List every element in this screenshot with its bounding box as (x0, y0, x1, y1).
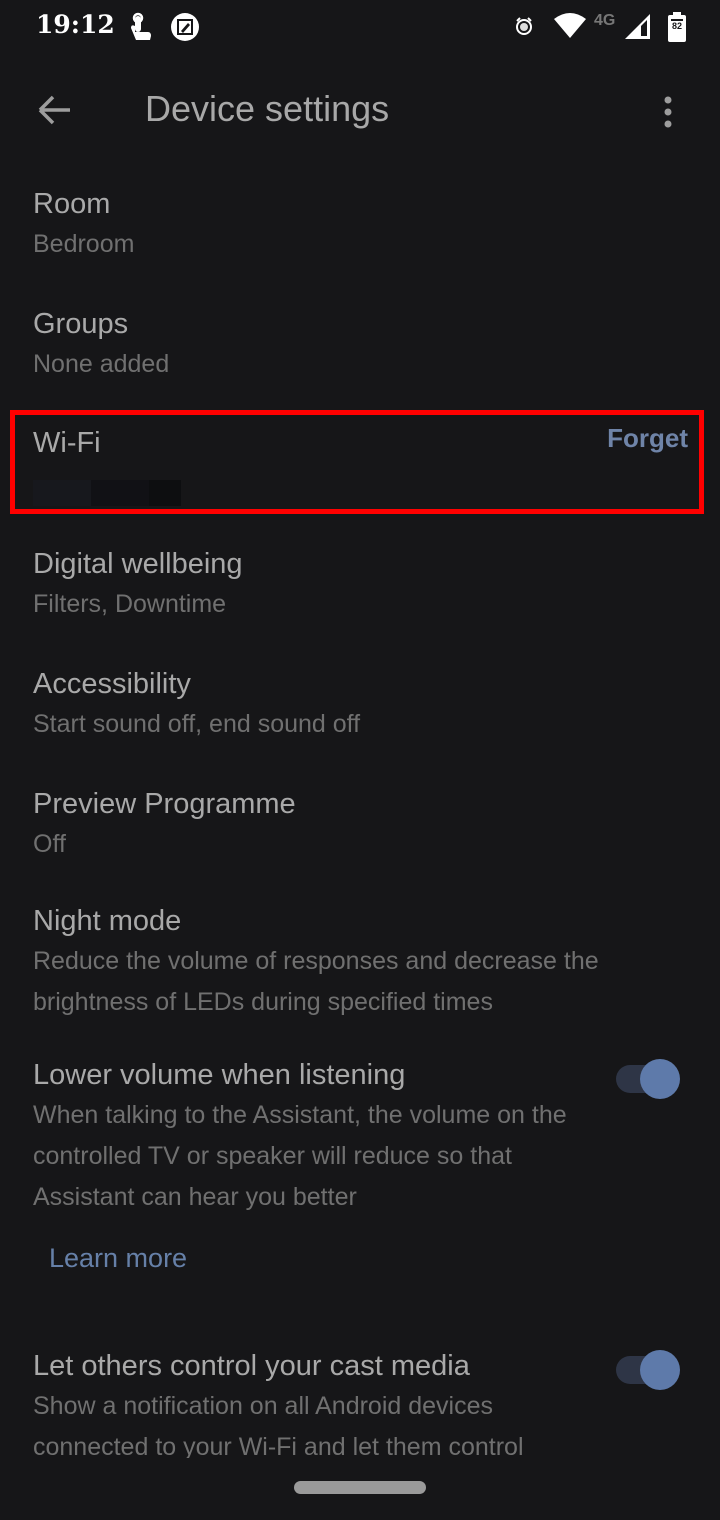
setting-subtitle: None added (33, 350, 170, 378)
setting-subtitle: Start sound off, end sound off (33, 710, 361, 738)
setting-digital-wellbeing[interactable]: Digital wellbeing Filters, Downtime (33, 544, 243, 625)
learn-more-link[interactable]: Learn more (49, 1243, 187, 1274)
setting-wifi[interactable]: Wi-Fi (33, 423, 101, 463)
setting-title: Night mode (33, 905, 182, 937)
setting-title: Digital wellbeing (33, 548, 243, 580)
setting-subtitle: Off (33, 830, 66, 858)
setting-title: Wi-Fi (33, 427, 101, 459)
setting-title: Room (33, 188, 111, 220)
setting-subtitle: Show a notification on all Android devic… (33, 1392, 524, 1458)
signal-icon (625, 14, 650, 39)
setting-title: Preview Programme (33, 788, 296, 820)
gesture-nav-handle[interactable] (294, 1481, 426, 1494)
cast-media-toggle[interactable] (614, 1349, 682, 1391)
setting-title: Let others control your cast media (33, 1350, 470, 1382)
battery-level: 82 (671, 21, 682, 31)
setting-room[interactable]: Room Bedroom (33, 184, 134, 265)
alarm-icon (516, 17, 532, 35)
setting-groups[interactable]: Groups None added (33, 304, 169, 385)
arrow-back-icon[interactable] (32, 90, 78, 130)
setting-cast-media-control[interactable]: Let others control your cast media Show … (33, 1346, 593, 1458)
toggle-thumb (640, 1350, 680, 1390)
setting-night-mode[interactable]: Night mode Reduce the volume of response… (33, 901, 683, 1023)
toggle-thumb (640, 1059, 680, 1099)
setting-lower-volume[interactable]: Lower volume when listening When talking… (33, 1055, 593, 1218)
app-bar: Device settings (0, 70, 720, 152)
setting-title: Groups (33, 308, 129, 340)
setting-subtitle: Bedroom (33, 230, 135, 258)
setting-preview-programme[interactable]: Preview Programme Off (33, 784, 296, 865)
status-time: 19:12 (36, 10, 115, 39)
screenshot-edit-icon (171, 13, 199, 41)
wifi-name-redacted (149, 480, 181, 506)
wifi-name-redacted (91, 480, 149, 506)
wifi-icon (554, 13, 586, 38)
status-bar: 19:12 4G 82 (0, 0, 720, 54)
lower-volume-toggle[interactable] (614, 1058, 682, 1100)
network-type-label: 4G (594, 12, 616, 29)
touch-gesture-icon (131, 12, 151, 40)
setting-title: Lower volume when listening (33, 1059, 406, 1091)
more-vert-icon[interactable] (654, 90, 682, 134)
setting-subtitle: Filters, Downtime (33, 590, 227, 618)
page-title: Device settings (145, 88, 390, 129)
forget-wifi-button[interactable]: Forget (607, 423, 688, 454)
setting-subtitle: When talking to the Assistant, the volum… (33, 1101, 567, 1211)
setting-accessibility[interactable]: Accessibility Start sound off, end sound… (33, 664, 360, 745)
setting-subtitle: Reduce the volume of responses and decre… (33, 947, 599, 1016)
setting-title: Accessibility (33, 668, 191, 700)
wifi-name-redacted (33, 480, 91, 506)
